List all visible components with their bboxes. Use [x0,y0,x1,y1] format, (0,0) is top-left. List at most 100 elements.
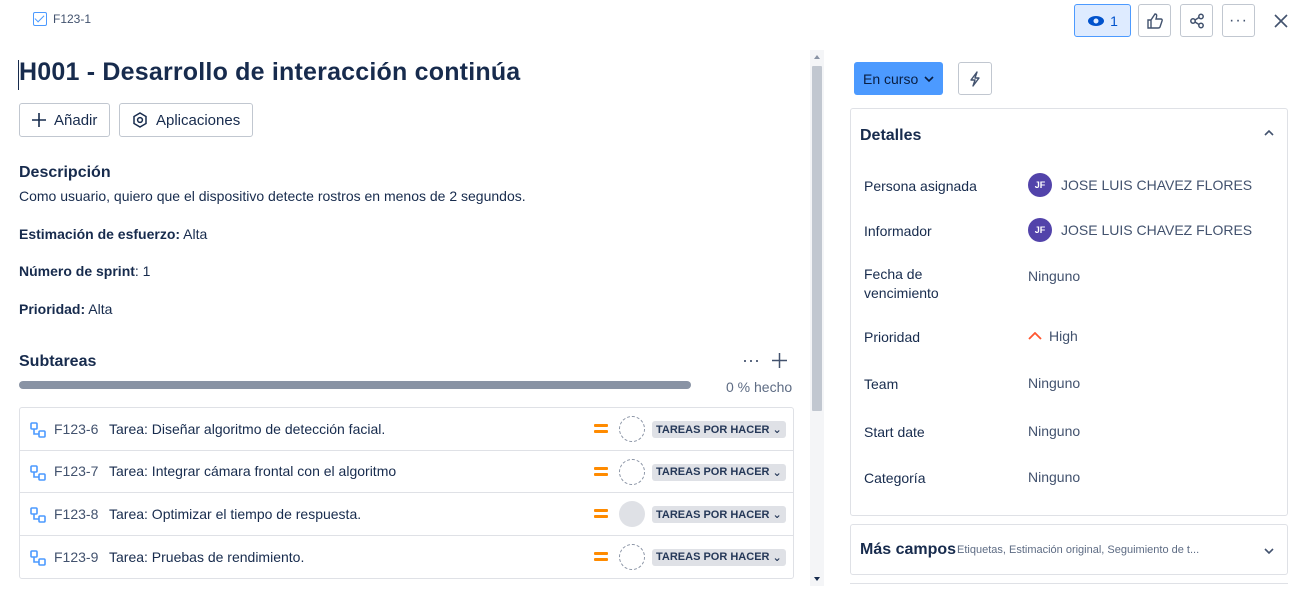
team-label: Team [864,376,899,392]
subtask-status-label: TAREAS POR HACER [656,551,770,563]
subtask-summary[interactable]: Tarea: Optimizar el tiempo de respuesta. [109,506,361,522]
subtask-row[interactable]: F123-9 Tarea: Pruebas de rendimiento. TA… [20,536,793,579]
chevron-down-icon [1264,548,1274,555]
reporter-value[interactable]: JF JOSE LUIS CHAVEZ FLORES [1028,218,1252,242]
subtasks-table: F123-6 Tarea: Diseñar algoritmo de detec… [19,407,794,579]
due-date-label: Fecha de vencimiento [864,266,939,301]
issue-title[interactable]: H001 - Desarrollo de interacción continú… [19,58,520,87]
subtask-icon [30,549,46,566]
priority-label: Prioridad: [19,301,86,317]
chevron-up-icon[interactable] [1263,129,1275,137]
watch-button[interactable]: 1 [1074,4,1131,37]
subtask-row[interactable]: F123-7 Tarea: Integrar cámara frontal co… [20,451,793,493]
top-bar: F123-1 1 ··· [0,0,1296,42]
ellipsis-icon: ··· [1229,11,1248,29]
priority-field-label: Prioridad [864,329,921,345]
avatar: JF [1028,218,1052,242]
plus-icon [32,113,46,127]
more-actions-button[interactable]: ··· [1222,4,1255,37]
next-panel-edge [850,583,1288,606]
unassigned-avatar-icon[interactable] [619,501,645,527]
subtask-summary[interactable]: Tarea: Diseñar algoritmo de detección fa… [109,421,385,437]
subtask-icon [30,507,46,523]
chevron-down-icon [924,75,934,82]
issue-main-panel: H001 - Desarrollo de interacción continú… [0,42,810,606]
subtask-status-label: TAREAS POR HACER [656,423,770,436]
automation-button[interactable] [958,62,992,95]
subtask-status-dropdown[interactable]: TAREAS POR HACER ⌄ [652,548,786,566]
assignee-name: JOSE LUIS CHAVEZ FLORES [1061,177,1253,193]
subtasks-actions: ··· [742,350,787,371]
close-button[interactable] [1264,4,1296,37]
reporter-name: JOSE LUIS CHAVEZ FLORES [1061,222,1253,238]
description-heading: Descripción [19,164,111,181]
subtasks-heading: Subtareas [19,353,97,370]
subtasks-add-icon[interactable] [771,353,787,368]
priority-medium-icon [594,551,608,562]
status-dropdown[interactable]: En curso [854,62,944,95]
start-date-label: Start date [864,424,925,440]
subtask-row[interactable]: F123-8 Tarea: Optimizar el tiempo de res… [20,493,793,536]
watch-count: 1 [1110,12,1118,29]
add-button[interactable]: Añadir [19,103,111,137]
unassigned-avatar-icon[interactable] [619,416,645,442]
subtasks-more-icon[interactable]: ··· [742,350,760,371]
lightning-icon [970,70,980,87]
reporter-label: Informador [864,223,932,239]
description-text[interactable]: Como usuario, quiero que el dispositivo … [19,188,526,204]
priority-line: Prioridad: Alta [19,301,112,317]
apps-button-label: Aplicaciones [156,111,241,129]
effort-value: Alta [180,226,208,242]
more-fields-summary: Etiquetas, Estimación original, Seguimie… [957,544,1200,556]
like-button[interactable] [1138,4,1171,37]
unassigned-avatar-icon[interactable] [619,543,645,570]
team-value[interactable]: Ninguno [1028,375,1080,391]
priority-high-icon [1028,332,1042,340]
subtask-status-label: TAREAS POR HACER [656,466,770,478]
due-date-value[interactable]: Ninguno [1028,268,1080,284]
sprint-label: Número de sprint [19,263,135,279]
chevron-down-icon: ⌄ [772,551,782,564]
subtask-status-dropdown[interactable]: TAREAS POR HACER ⌄ [652,463,786,481]
subtask-key[interactable]: F123-8 [54,506,98,522]
breadcrumb-issue-key[interactable]: F123-1 [53,12,91,26]
scroll-up-icon[interactable] [810,52,824,62]
effort-line: Estimación de esfuerzo: Alta [19,226,207,242]
subtask-status-label: TAREAS POR HACER [656,508,770,521]
subtask-summary[interactable]: Tarea: Pruebas de rendimiento. [109,549,304,565]
assignee-value[interactable]: JF JOSE LUIS CHAVEZ FLORES [1028,173,1252,197]
scroll-down-icon[interactable] [810,574,824,584]
more-fields-panel[interactable]: Más campos Etiquetas, Estimación origina… [850,524,1288,575]
priority-field-value[interactable]: High [1028,328,1078,344]
subtask-status-dropdown[interactable]: TAREAS POR HACER ⌄ [652,421,786,438]
main-scrollbar[interactable] [810,50,824,586]
task-checkbox-icon [33,12,47,26]
priority-medium-icon [594,424,608,434]
subtask-status-dropdown[interactable]: TAREAS POR HACER ⌄ [652,506,786,523]
breadcrumb[interactable]: F123-1 [33,12,91,26]
scrollbar-thumb[interactable] [812,66,822,411]
subtask-key[interactable]: F123-6 [54,421,98,437]
category-value[interactable]: Ninguno [1028,469,1080,485]
chevron-down-icon: ⌄ [772,466,782,479]
more-fields-title: Más campos [860,541,957,558]
sprint-value: : 1 [134,263,151,279]
close-icon [1273,13,1288,28]
priority-field-text: High [1049,328,1078,344]
chevron-down-icon: ⌄ [772,424,782,436]
priority-medium-icon [594,509,608,519]
subtask-key[interactable]: F123-9 [54,549,98,565]
subtask-row[interactable]: F123-6 Tarea: Diseñar algoritmo de detec… [20,408,793,451]
subtask-summary[interactable]: Tarea: Integrar cámara frontal con el al… [109,463,396,479]
share-icon [1189,13,1204,28]
status-label: En curso [863,70,919,87]
apps-button[interactable]: Aplicaciones [119,103,254,137]
share-button[interactable] [1180,4,1213,37]
start-date-value[interactable]: Ninguno [1028,423,1080,439]
assignee-label: Persona asignada [864,178,977,194]
eye-icon [1088,15,1105,26]
unassigned-avatar-icon[interactable] [619,458,645,485]
details-heading[interactable]: Detalles [860,127,921,145]
subtask-icon [30,422,46,438]
subtask-key[interactable]: F123-7 [54,463,98,479]
